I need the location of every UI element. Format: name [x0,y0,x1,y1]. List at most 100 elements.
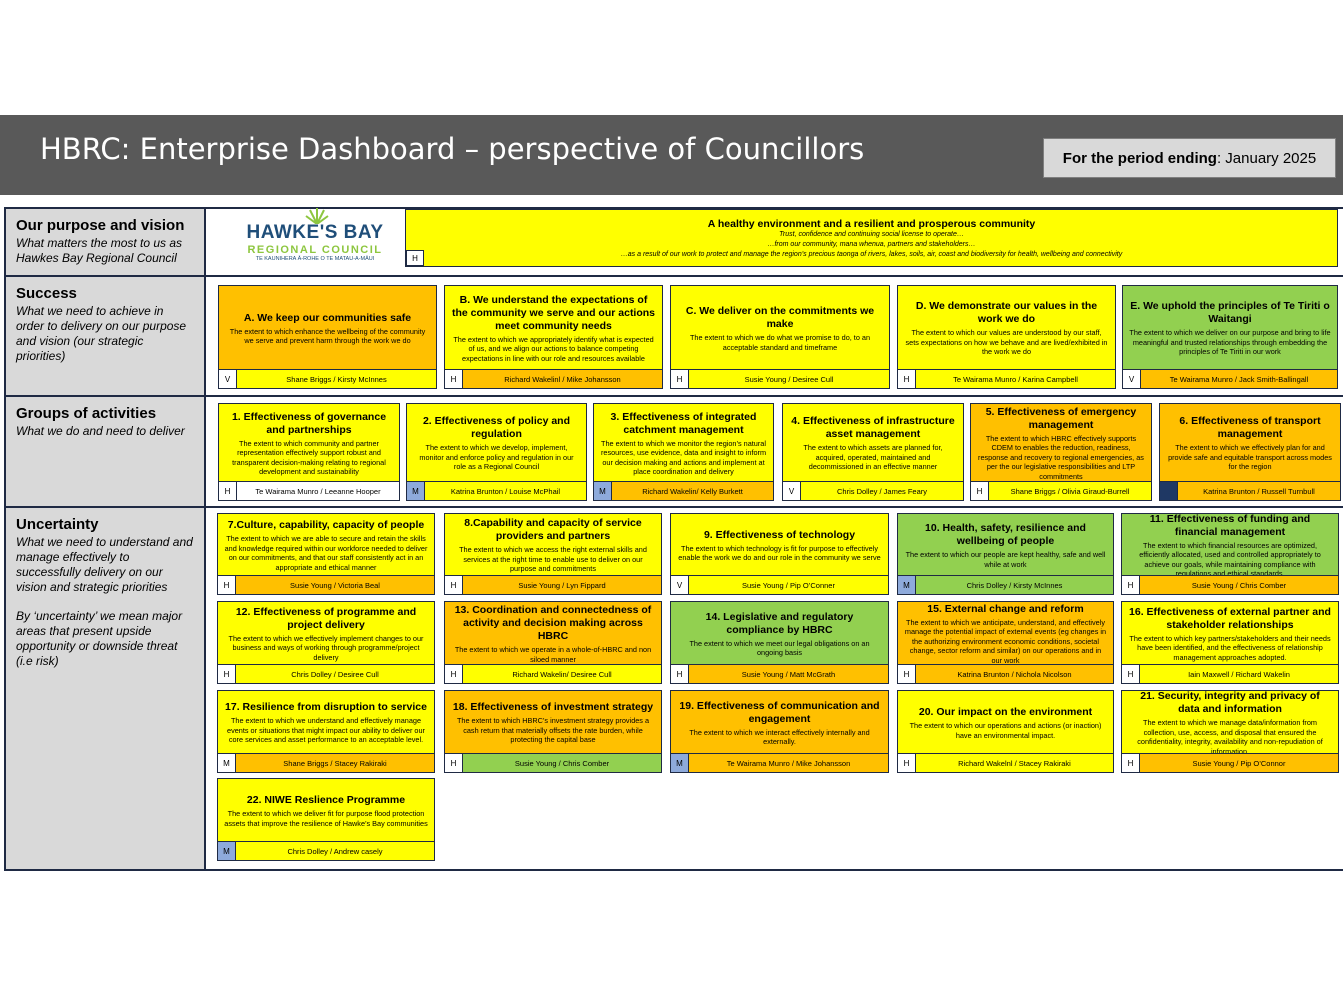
card-body: 1. Effectiveness of governance and partn… [219,404,399,481]
card-description: The extent to which we monitor the regio… [600,438,767,477]
group-card[interactable]: 3. Effectiveness of integrated catchment… [593,403,774,501]
card-footer: H Richard Wakelnl / Stacey Rakiraki [898,753,1113,772]
uncertainty-card[interactable]: 21. Security, integrity and privacy of d… [1121,690,1339,773]
rating-badge: H [671,665,689,683]
rating-badge: M [218,842,236,860]
card-title: D. We demonstrate our values in the work… [915,300,1098,326]
card-description: The extent to which we effectively imple… [228,633,424,662]
card-title: 8.Capability and capacity of service pro… [464,517,642,543]
card-title: E. We uphold the principles of Te Tiriti… [1130,300,1330,326]
card-description: The extent to which our operations and a… [909,721,1102,740]
group-card[interactable]: 4. Effectiveness of infrastructure asset… [782,403,964,501]
groups-title: Groups of activities [16,405,157,422]
group-card[interactable]: 6. Effectiveness of transport management… [1159,403,1341,501]
card-footer: M Chris Dolley / Kirsty McInnes [898,575,1113,594]
uncertainty-card[interactable]: 20. Our impact on the environment The ext… [897,690,1114,773]
purpose-subtitle: What matters the most to us as Hawkes Ba… [16,236,183,265]
card-body: 15. External change and reform The extent… [898,602,1113,664]
card-body: 16. Effectiveness of external partner an… [1122,602,1338,664]
uncertainty-card[interactable]: 8.Capability and capacity of service pro… [444,513,662,595]
row-label-groups: Groups of activities What we do and need… [4,397,206,507]
success-card[interactable]: D. We demonstrate our values in the work… [897,285,1116,389]
card-title: 21. Security, integrity and privacy of d… [1140,691,1320,715]
uncertainty-card[interactable]: 11. Effectiveness of funding and financi… [1121,513,1339,595]
card-description: The extent to which financial resources … [1139,540,1321,576]
card-body: 4. Effectiveness of infrastructure asset… [783,404,963,481]
card-body: D. We demonstrate our values in the work… [898,286,1115,369]
rating-badge: M [671,754,689,772]
card-description: The extent to which we deliver on our pu… [1129,328,1331,357]
vision-line: …from our community, mana whenua, partne… [767,241,976,248]
uncertainty-card[interactable]: 12. Effectiveness of programme and proje… [217,601,435,684]
card-body: 20. Our impact on the environment The ext… [898,691,1113,753]
uncertainty-card[interactable]: 22. NIWE Reslience Programme The extent t… [217,778,435,861]
uncertainty-card[interactable]: 17. Resilience from disruption to servic… [217,690,435,773]
uncertainty-card[interactable]: 18. Effectiveness of investment strategy… [444,690,662,773]
card-title: A. We keep our communities safe [243,311,412,324]
card-title: 10. Health, safety, resilience and wellb… [925,522,1086,547]
uncertainty-card[interactable]: 15. External change and reform The extent… [897,601,1114,684]
card-body: 11. Effectiveness of funding and financi… [1122,514,1338,575]
success-card[interactable]: E. We uphold the principles of Te Tiriti… [1122,285,1338,389]
vision-line: Trust, confidence and continuing social … [779,231,964,238]
card-title: 15. External change and reform [927,602,1084,615]
card-title: C. We deliver on the commitments we make [685,305,875,330]
card-owners: Susie Young / Chris Comber [514,758,610,768]
card-body: 2. Effectiveness of policy and regulatio… [407,404,586,481]
card-owners: Shane Briggs / Olivia Giraud-Burrell [1010,486,1130,496]
dashboard-page: HBRC: Enterprise Dashboard – perspective… [0,0,1343,1001]
card-owners: Katrina Brunton / Louise McPhail [450,486,561,496]
uncertainty-card[interactable]: 7.Culture, capability, capacity of peopl… [217,513,435,595]
card-description: The extent to which key partners/stakeho… [1129,633,1331,662]
vision-box[interactable]: A healthy environment and a resilient an… [405,209,1338,267]
card-owners: Katrina Brunton / Russell Turnbull [1203,486,1315,496]
card-footer: H Richard Wakelin/ Desiree Cull [445,664,661,683]
rating-badge: H [671,370,689,388]
card-owners: Richard Wakelin/ Desiree Cull [512,669,612,679]
card-title: 5. Effectiveness of emergency management [985,405,1137,431]
uncertainty-card[interactable]: 9. Effectiveness of technology The extent… [670,513,889,595]
card-footer: H Susie Young / Chris Comber [445,753,661,772]
card-description: The extent to which assets are planned f… [803,443,943,472]
card-footer: H Susie Young / Victoria Beal [218,575,434,594]
uncertainty-card[interactable]: 19. Effectiveness of communication and e… [670,690,889,773]
card-description: The extent to which we access the right … [459,545,647,574]
card-body: C. We deliver on the commitments we make… [671,286,889,369]
group-card[interactable]: 5. Effectiveness of emergency management… [970,403,1152,501]
uncertainty-card[interactable]: 13. Coordination and connectedness of ac… [444,601,662,684]
vision-line: …as a result of our work to protect and … [620,251,1123,258]
card-owners: Chris Dolley / Kirsty McInnes [966,580,1063,590]
uncertainty-card[interactable]: 16. Effectiveness of external partner an… [1121,601,1339,684]
card-owners: Te Wairama Munro / Jack Smith-Ballingall [1169,374,1309,384]
success-card[interactable]: A. We keep our communities safe The exten… [218,285,437,389]
success-card[interactable]: B. We understand the expectations of the… [444,285,663,389]
rating-badge: H [445,665,463,683]
rating-badge: H [898,754,916,772]
card-footer: H Shane Briggs / Olivia Giraud-Burrell [971,481,1151,500]
logo-line2: REGIONAL COUNCIL [247,244,383,256]
group-card[interactable]: 1. Effectiveness of governance and partn… [218,403,400,501]
divider [4,869,1343,871]
card-owners: Richard Wakelnl / Stacey Rakiraki [958,758,1071,768]
rating-badge: H [1122,754,1140,772]
leaf-icon [305,208,329,224]
uncertainty-title: Uncertainty [16,516,99,533]
card-owners: Susie Young / Pip O’Conner [742,580,835,590]
success-card[interactable]: C. We deliver on the commitments we make… [670,285,890,389]
card-footer: H Te Wairama Munro / Karina Campbell [898,369,1115,388]
card-owners: Shane Briggs / Kirsty McInnes [286,374,387,384]
card-description: The extent to which we do what we promis… [689,333,871,352]
uncertainty-card[interactable]: 14. Legislative and regulatory complianc… [670,601,889,684]
divider [4,395,1343,397]
card-body: 22. NIWE Reslience Programme The extent t… [218,779,434,841]
uncertainty-card[interactable]: 10. Health, safety, resilience and wellb… [897,513,1114,595]
group-card[interactable]: 2. Effectiveness of policy and regulatio… [406,403,587,501]
card-body: 7.Culture, capability, capacity of peopl… [218,514,434,575]
card-description: The extent to which we develop, implemen… [419,443,574,472]
card-owners: Te Wairama Munro / Leeanne Hooper [255,486,381,496]
card-footer: M Katrina Brunton / Louise McPhail [407,481,586,500]
card-owners: Chris Dolley / Andrew casely [287,846,383,856]
card-title: 22. NIWE Reslience Programme [246,794,406,806]
card-description: The extent to which we anticipate, under… [904,617,1107,664]
card-title: 14. Legislative and regulatory complianc… [705,610,854,636]
